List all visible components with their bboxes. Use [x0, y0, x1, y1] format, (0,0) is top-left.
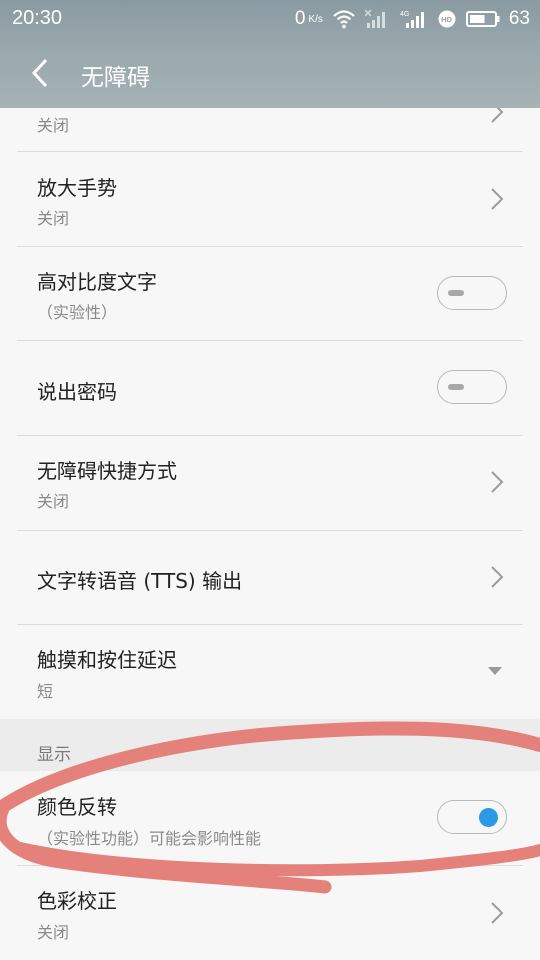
high-contrast-toggle[interactable] [437, 276, 507, 310]
toggle-knob [448, 290, 464, 296]
chevron-right-icon [491, 188, 504, 210]
page-title: 无障碍 [81, 65, 150, 91]
battery-icon [465, 10, 500, 28]
list-item-color-correction[interactable]: 色彩校正 关闭 [0, 866, 540, 960]
status-time: 20:30 [12, 7, 63, 29]
toggle-knob [479, 808, 498, 827]
item-sub: 关闭 [37, 116, 70, 135]
list-item-high-contrast-text[interactable]: 高对比度文字 （实验性） [0, 247, 540, 341]
item-label: 触摸和按住延迟 [37, 648, 177, 672]
list-item-touch-hold-delay[interactable]: 触摸和按住延迟 短 [0, 625, 540, 719]
svg-text:HD: HD [441, 15, 452, 24]
section-title: 显示 [37, 745, 71, 765]
item-label: 文字转语音 (TTS) 输出 [37, 569, 243, 593]
chevron-right-icon [491, 566, 504, 588]
back-arrow-icon [31, 58, 48, 88]
item-label: 颜色反转 [37, 795, 117, 819]
item-sub: （实验性） [37, 303, 118, 322]
app-bar: 无障碍 [0, 38, 540, 108]
toggle-knob [448, 384, 464, 390]
list-item-tts-output[interactable]: 文字转语音 (TTS) 输出 [0, 531, 540, 625]
status-bar: 20:30 0 K/s 4G HD 63 [0, 0, 540, 38]
item-label: 色彩校正 [37, 889, 117, 913]
list-item-accessibility-shortcut[interactable]: 无障碍快捷方式 关闭 [0, 436, 540, 531]
chevron-right-icon [491, 902, 504, 924]
battery-percent: 63 [508, 8, 530, 29]
item-sub: 短 [37, 682, 54, 701]
chevron-right-icon [491, 471, 504, 493]
item-sub: （实验性功能）可能会影响性能 [37, 829, 262, 848]
list-item-speak-passwords[interactable]: 说出密码 [0, 341, 540, 436]
hd-icon: HD [437, 9, 457, 29]
item-label: 放大手势 [37, 176, 117, 200]
color-inversion-toggle[interactable] [437, 800, 507, 834]
speak-passwords-toggle[interactable] [437, 370, 507, 404]
dropdown-arrow-icon [488, 667, 502, 675]
signal-no-sim-icon [364, 9, 391, 29]
svg-text:4G: 4G [400, 11, 409, 18]
top-bar: 20:30 0 K/s 4G HD 63 无障碍 [0, 0, 540, 108]
signal-4g-icon: 4G [400, 9, 428, 29]
item-label: 说出密码 [37, 380, 117, 404]
list-item-color-inversion[interactable]: 颜色反转 （实验性功能）可能会影响性能 [0, 771, 540, 866]
item-label: 高对比度文字 [37, 270, 157, 294]
section-header-display: 显示 [0, 719, 540, 771]
item-sub: 关闭 [37, 492, 70, 511]
item-label: 无障碍快捷方式 [37, 459, 177, 483]
item-sub: 关闭 [37, 209, 70, 228]
back-button[interactable] [20, 52, 60, 94]
network-speed-unit: K/s [308, 14, 323, 25]
wifi-icon [332, 9, 356, 29]
list-item-magnify-gesture[interactable]: 放大手势 关闭 [0, 152, 540, 247]
network-speed: 0 K/s [295, 8, 323, 30]
item-sub: 关闭 [37, 923, 70, 942]
network-speed-value: 0 [294, 8, 306, 29]
